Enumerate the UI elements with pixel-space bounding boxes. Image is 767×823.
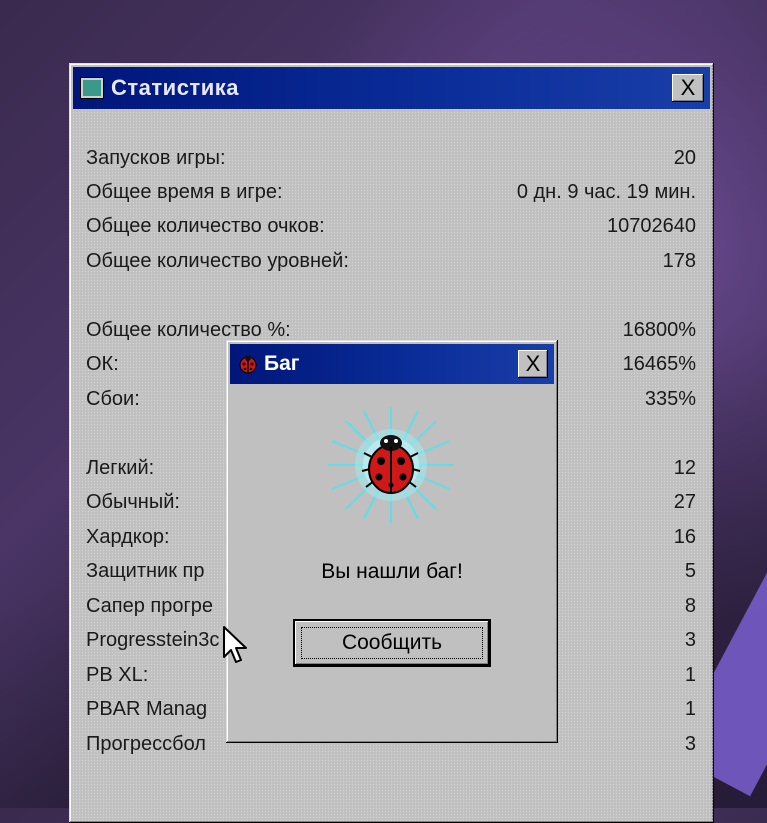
bug-dialog-titlebar[interactable]: Баг X [230,344,554,384]
stat-row: Запусков игры: 20 [86,143,696,173]
stat-value: 16 [673,525,696,548]
report-button[interactable]: Сообщить [293,619,491,667]
stat-value: 12 [673,456,696,479]
window-icon [81,78,103,98]
stat-row: Общее количество уровней: 178 [86,246,696,276]
ladybug-icon [239,355,257,374]
stat-label: Общее время в игре: [86,180,283,203]
stat-value: 27 [673,490,696,513]
stats-title: Статистика [111,75,239,100]
bug-dialog-close-button[interactable]: X [518,350,548,378]
stat-value: 1 [684,697,696,720]
bug-message: Вы нашли баг! [321,560,463,583]
ladybug-glow-icon [328,407,454,523]
stat-value: 16465% [622,352,696,375]
stat-label: Запусков игры: [86,146,226,169]
stat-value: 335% [644,387,696,410]
stat-label: Общее количество уровней: [86,249,349,272]
stat-label: Сбои: [86,387,140,410]
stat-value: 16800% [622,318,696,341]
stat-label: Progresstein3c [86,628,220,651]
bug-dialog-title: Баг [264,352,300,375]
stat-value: 3 [684,732,696,755]
stat-label: Защитник пр [86,559,205,582]
stat-label: Легкий: [86,456,155,479]
stat-value: 8 [684,594,696,617]
stat-value: 10702640 [607,214,696,237]
stat-label: PBAR Manag [86,697,208,720]
stat-label: PB XL: [86,663,149,686]
stat-value: 1 [684,663,696,686]
report-button-label: Сообщить [341,631,443,654]
stat-value: 0 дн. 9 час. 19 мин. [516,180,696,203]
bug-dialog: Баг X Вы нашли баг! Сообщить [226,340,558,743]
stat-label: Общее количество %: [86,318,291,341]
stat-label: Обычный: [86,490,180,513]
stat-label: Сапер прогре [86,594,214,617]
stats-close-button[interactable]: X [672,74,704,102]
stat-row: Общее время в игре: 0 дн. 9 час. 19 мин. [86,177,696,207]
stat-value: 3 [684,628,696,651]
stat-value: 20 [673,146,696,169]
stat-label: ОК: [86,352,119,375]
stat-value: 178 [662,249,696,272]
stat-value: 5 [684,559,696,582]
stat-row: Общее количество очков: 10702640 [86,211,696,241]
stat-label: Хардкор: [86,525,170,548]
mouse-cursor-icon [223,626,247,663]
stats-titlebar[interactable]: Статистика X [73,67,710,109]
stat-label: Прогрессбол [86,732,206,755]
stat-label: Общее количество очков: [86,214,325,237]
